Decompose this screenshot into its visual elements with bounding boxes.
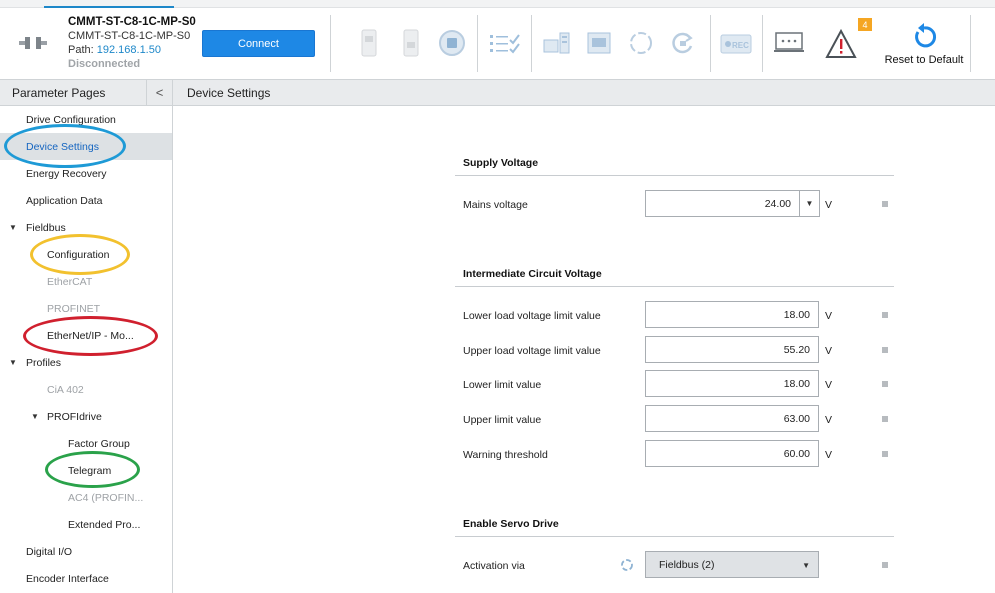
chevron-down-icon[interactable]: ▼: [799, 191, 819, 216]
nav-item-label: Device Settings: [26, 140, 99, 153]
unit-label: V: [825, 449, 833, 461]
nav-item-device-settings[interactable]: Device Settings: [0, 133, 172, 160]
loading-spinner-icon: [621, 559, 633, 571]
section-divider: [455, 536, 894, 537]
activation-via-label: Activation via: [463, 560, 525, 572]
device-path: Path: 192.168.1.50: [68, 43, 196, 57]
nav-item-profidrive[interactable]: PROFIdrive: [47, 403, 102, 430]
mains-voltage-select[interactable]: 24.00 ▼: [645, 190, 820, 217]
section-divider: [455, 286, 894, 287]
lower-load-voltage-input[interactable]: 18.00: [645, 301, 819, 328]
checklist-icon[interactable]: [489, 32, 521, 54]
activation-via-select[interactable]: Fieldbus (2) ▼: [645, 551, 819, 578]
nav-item-encoder-interface[interactable]: Encoder Interface: [26, 565, 109, 592]
expand-arrow-icon[interactable]: ▼: [9, 358, 17, 367]
nav-item-energy-recovery[interactable]: Energy Recovery: [26, 160, 107, 187]
unit-label: V: [825, 379, 833, 391]
refresh-icon[interactable]: [628, 30, 654, 56]
section-divider: [455, 175, 894, 176]
unit-label: V: [825, 199, 833, 211]
nav-item-drive-configuration[interactable]: Drive Configuration: [26, 106, 116, 133]
lower-load-voltage-label: Lower load voltage limit value: [463, 310, 601, 322]
upper-load-voltage-input[interactable]: 55.20: [645, 336, 819, 363]
section-title-supply-voltage: Supply Voltage: [463, 157, 539, 169]
section-title-enable-servo: Enable Servo Drive: [463, 518, 559, 530]
nav-item-fieldbus[interactable]: Fieldbus: [26, 214, 66, 241]
network-download-icon[interactable]: [542, 30, 572, 56]
upper-load-voltage-label: Upper load voltage limit value: [463, 345, 601, 357]
device-path-label: Path:: [68, 44, 94, 56]
stop-circle-icon[interactable]: [438, 29, 466, 57]
section-title-intermediate-circuit: Intermediate Circuit Voltage: [463, 268, 602, 280]
toolbar-separator: [531, 15, 532, 72]
nav-item-ethernet-ip[interactable]: EtherNet/IP - Mo...: [47, 322, 134, 349]
lower-limit-label: Lower limit value: [463, 379, 542, 391]
nav-item-telegram[interactable]: Telegram: [68, 457, 111, 484]
unit-label: V: [825, 345, 833, 357]
nav-item-ac4-profinet: AC4 (PROFIN...: [68, 491, 144, 504]
chevron-down-icon: ▼: [802, 561, 810, 570]
page-title: Device Settings: [187, 85, 271, 100]
stop-icon[interactable]: [360, 28, 378, 58]
record-icon[interactable]: REC: [720, 34, 752, 54]
active-device-tab-indicator: [44, 6, 174, 8]
parameter-indicator-icon: [882, 451, 888, 457]
nav-item-profiles[interactable]: Profiles: [26, 349, 61, 376]
parameter-indicator-icon: [882, 201, 888, 207]
warning-icon[interactable]: [825, 29, 857, 59]
device-info: CMMT-ST-C8-1C-MP-S0 CMMT-ST-C8-1C-MP-S0 …: [68, 15, 196, 71]
mains-voltage-label: Mains voltage: [463, 199, 528, 211]
unit-label: V: [825, 414, 833, 426]
upper-limit-input[interactable]: 63.00: [645, 405, 819, 432]
parameter-pages-panel: Parameter Pages < Drive Configuration De…: [0, 80, 173, 593]
nav-item-configuration[interactable]: Configuration: [47, 241, 109, 268]
connection-status: Disconnected: [68, 58, 141, 70]
nav-item-ethercat: EtherCAT: [47, 275, 93, 288]
parameter-indicator-icon: [882, 312, 888, 318]
parameter-indicator-icon: [882, 416, 888, 422]
toolbar-separator: [330, 15, 331, 72]
monitor-icon[interactable]: [774, 32, 804, 54]
page-title-bar: Device Settings: [173, 80, 995, 106]
parameter-indicator-icon: [882, 347, 888, 353]
toolbar-separator: [477, 15, 478, 72]
panel-header: Parameter Pages <: [0, 80, 172, 106]
reset-to-default-button[interactable]: Reset to Default: [884, 54, 964, 66]
warning-threshold-label: Warning threshold: [463, 449, 548, 461]
device-plug-icon: [19, 37, 47, 49]
restore-icon[interactable]: [670, 30, 696, 56]
collapse-panel-button[interactable]: <: [146, 80, 172, 105]
warning-threshold-input[interactable]: 60.00: [645, 440, 819, 467]
lower-limit-input[interactable]: 18.00: [645, 370, 819, 397]
stop-icon[interactable]: [402, 28, 420, 58]
expand-arrow-icon[interactable]: ▼: [9, 223, 17, 232]
device-path-value[interactable]: 192.168.1.50: [97, 44, 161, 56]
nav-item-digital-io[interactable]: Digital I/O: [26, 538, 72, 565]
svg-text:REC: REC: [732, 41, 749, 50]
panel-title: Parameter Pages: [12, 85, 106, 100]
nav-item-application-data[interactable]: Application Data: [26, 187, 102, 214]
nav-item-cia-402: CiA 402: [47, 383, 84, 396]
toolbar-separator: [762, 15, 763, 72]
device-subname: CMMT-ST-C8-1C-MP-S0: [68, 30, 191, 42]
activation-via-value: Fieldbus (2): [659, 558, 715, 571]
nav-item-extended-profile[interactable]: Extended Pro...: [68, 511, 140, 538]
nav-item-factor-group[interactable]: Factor Group: [68, 430, 130, 457]
expand-arrow-icon[interactable]: ▼: [31, 412, 39, 421]
save-to-device-icon[interactable]: [587, 32, 611, 54]
connect-button[interactable]: Connect: [202, 30, 315, 57]
nav-item-profinet: PROFINET: [47, 302, 101, 315]
parameter-indicator-icon: [882, 381, 888, 387]
unit-label: V: [825, 310, 833, 322]
upper-limit-label: Upper limit value: [463, 414, 542, 426]
device-name: CMMT-ST-C8-1C-MP-S0: [68, 16, 196, 28]
toolbar: CMMT-ST-C8-1C-MP-S0 CMMT-ST-C8-1C-MP-S0 …: [0, 0, 995, 80]
reset-arrow-icon[interactable]: [911, 22, 937, 50]
warning-count-badge: 4: [858, 18, 872, 31]
mains-voltage-value: 24.00: [764, 197, 791, 210]
toolbar-separator: [710, 15, 711, 72]
parameter-indicator-icon: [882, 562, 888, 568]
toolbar-separator: [970, 15, 971, 72]
